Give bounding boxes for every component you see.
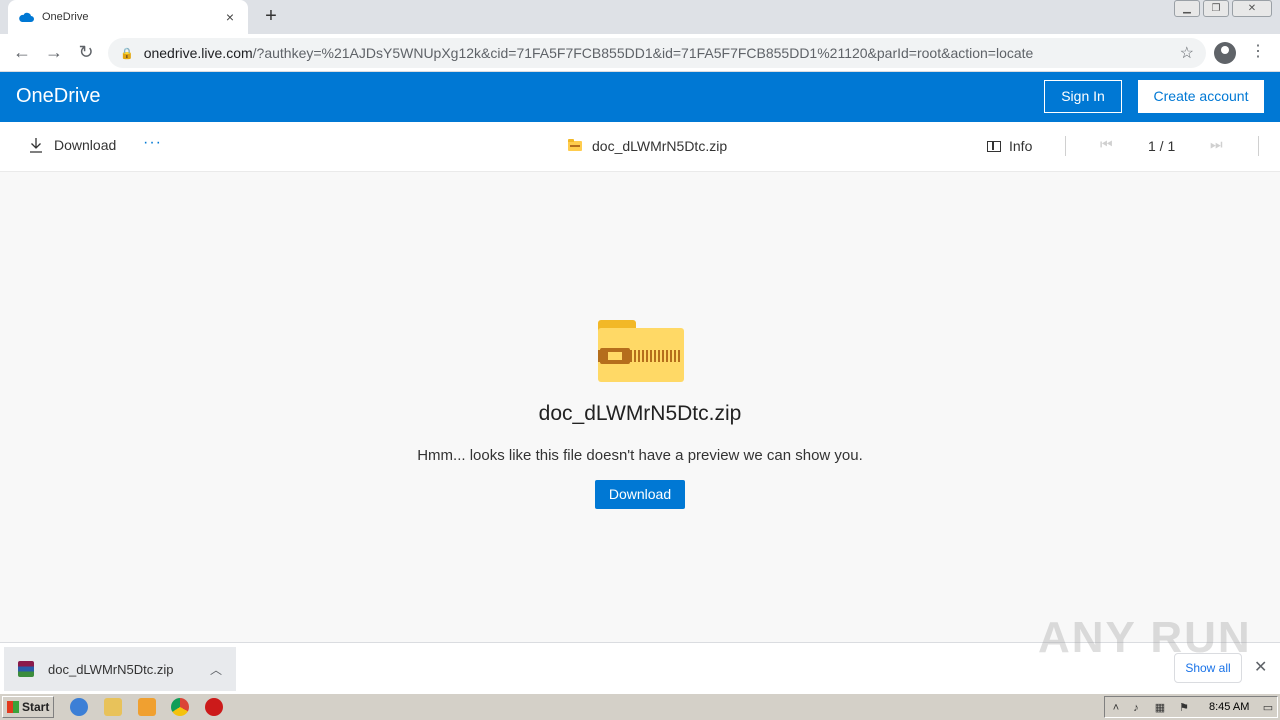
url-path: /?authkey=%21AJDsY5WNUpXg12k&cid=71FA5F7… bbox=[252, 45, 1034, 61]
divider bbox=[1065, 136, 1066, 156]
opera-icon[interactable] bbox=[205, 698, 223, 716]
network-icon[interactable]: ▦ bbox=[1153, 701, 1167, 715]
preview-file-name: doc_dLWMrN5Dtc.zip bbox=[538, 402, 742, 425]
back-arrow-icon[interactable]: ← bbox=[10, 40, 34, 64]
create-account-button[interactable]: Create account bbox=[1138, 80, 1264, 113]
onedrive-logo[interactable]: OneDrive bbox=[16, 85, 100, 108]
no-preview-message: Hmm... looks like this file doesn't have… bbox=[417, 447, 863, 464]
onedrive-cloud-icon bbox=[19, 12, 34, 22]
more-options-icon[interactable]: ··· bbox=[143, 134, 162, 152]
new-tab-button[interactable]: + bbox=[260, 6, 282, 28]
chevron-up-icon[interactable]: ︿ bbox=[210, 661, 222, 678]
shelf-close-icon[interactable]: ✕ bbox=[1254, 657, 1267, 677]
clock[interactable]: 8:45 AM bbox=[1209, 701, 1249, 713]
sign-in-button[interactable]: Sign In bbox=[1044, 80, 1122, 113]
profile-avatar-icon[interactable] bbox=[1214, 42, 1236, 64]
info-label: Info bbox=[1009, 138, 1033, 154]
tab-close-icon[interactable]: × bbox=[222, 9, 238, 25]
browser-toolbar: ← → ↻ 🔒 onedrive.live.com/?authkey=%21AJ… bbox=[0, 34, 1280, 72]
onedrive-header: OneDrive Sign In Create account bbox=[0, 72, 1280, 122]
taskbar: Start ˄ ♪ ▦ ⚑ 8:45 AM ▭ bbox=[0, 693, 1280, 720]
windows-logo-icon bbox=[7, 701, 19, 713]
forward-arrow-icon[interactable]: → bbox=[42, 40, 66, 64]
commandbar-file: doc_dLWMrN5Dtc.zip bbox=[568, 138, 727, 154]
divider bbox=[1258, 136, 1259, 156]
zip-folder-icon bbox=[598, 320, 684, 382]
download-icon bbox=[30, 138, 42, 153]
commandbar-file-name: doc_dLWMrN5Dtc.zip bbox=[592, 138, 728, 154]
download-command[interactable]: Download bbox=[28, 137, 116, 153]
show-all-button[interactable]: Show all bbox=[1174, 653, 1242, 683]
address-bar[interactable]: 🔒 onedrive.live.com/?authkey=%21AJDsY5WN… bbox=[108, 38, 1206, 68]
minimize-icon[interactable]: ▁ bbox=[1174, 0, 1200, 17]
browser-tab[interactable]: OneDrive × bbox=[8, 0, 248, 34]
show-desktop-icon[interactable]: ▭ bbox=[1261, 701, 1275, 715]
first-page-icon[interactable]: ⏮ bbox=[1100, 136, 1113, 153]
lock-icon: 🔒 bbox=[120, 47, 134, 60]
url-host: onedrive.live.com bbox=[143, 45, 253, 61]
download-command-label: Download bbox=[54, 137, 117, 153]
page-count: 1 / 1 bbox=[1148, 138, 1176, 154]
start-button[interactable]: Start bbox=[2, 696, 54, 718]
download-shelf: doc_dLWMrN5Dtc.zip ︿ ANY RUN Show all ✕ bbox=[0, 613, 1280, 693]
reload-icon[interactable]: ↻ bbox=[74, 40, 98, 64]
window-controls: ▁ ❐ ✕ bbox=[1171, 0, 1272, 17]
download-item[interactable]: doc_dLWMrN5Dtc.zip ︿ bbox=[4, 647, 236, 691]
start-label: Start bbox=[22, 700, 50, 714]
volume-icon[interactable]: ♪ bbox=[1129, 701, 1143, 715]
restore-icon[interactable]: ❐ bbox=[1203, 0, 1229, 17]
info-pane-icon bbox=[987, 140, 1001, 152]
download-button[interactable]: Download bbox=[595, 480, 685, 509]
window-close-icon[interactable]: ✕ bbox=[1232, 0, 1272, 17]
last-page-icon[interactable]: ⏭ bbox=[1210, 136, 1223, 153]
tray-expand-icon[interactable]: ˄ bbox=[1109, 701, 1123, 715]
browser-tabstrip: OneDrive × + ▁ ❐ ✕ bbox=[0, 0, 1280, 34]
command-bar: Download ··· doc_dLWMrN5Dtc.zip Info ⏮ 1… bbox=[0, 122, 1280, 172]
internet-explorer-icon[interactable] bbox=[70, 698, 88, 716]
url-text[interactable]: onedrive.live.com/?authkey=%21AJDsY5WNUp… bbox=[144, 45, 1180, 61]
chrome-icon[interactable] bbox=[171, 698, 189, 716]
action-center-flag-icon[interactable]: ⚑ bbox=[1177, 701, 1191, 715]
preview-area: doc_dLWMrN5Dtc.zip Hmm... looks like thi… bbox=[0, 172, 1280, 642]
file-explorer-icon[interactable] bbox=[104, 698, 122, 716]
system-tray: ˄ ♪ ▦ ⚑ 8:45 AM ▭ bbox=[1104, 696, 1278, 718]
archive-file-icon bbox=[18, 661, 34, 677]
browser-menu-icon[interactable]: ⋮ bbox=[1250, 40, 1266, 64]
media-player-icon[interactable] bbox=[138, 698, 156, 716]
info-command[interactable]: Info bbox=[987, 138, 1032, 154]
tab-title: OneDrive bbox=[42, 11, 89, 23]
bookmark-star-icon[interactable]: ☆ bbox=[1180, 43, 1194, 63]
download-item-name: doc_dLWMrN5Dtc.zip bbox=[48, 661, 174, 677]
zip-folder-icon bbox=[568, 139, 582, 151]
